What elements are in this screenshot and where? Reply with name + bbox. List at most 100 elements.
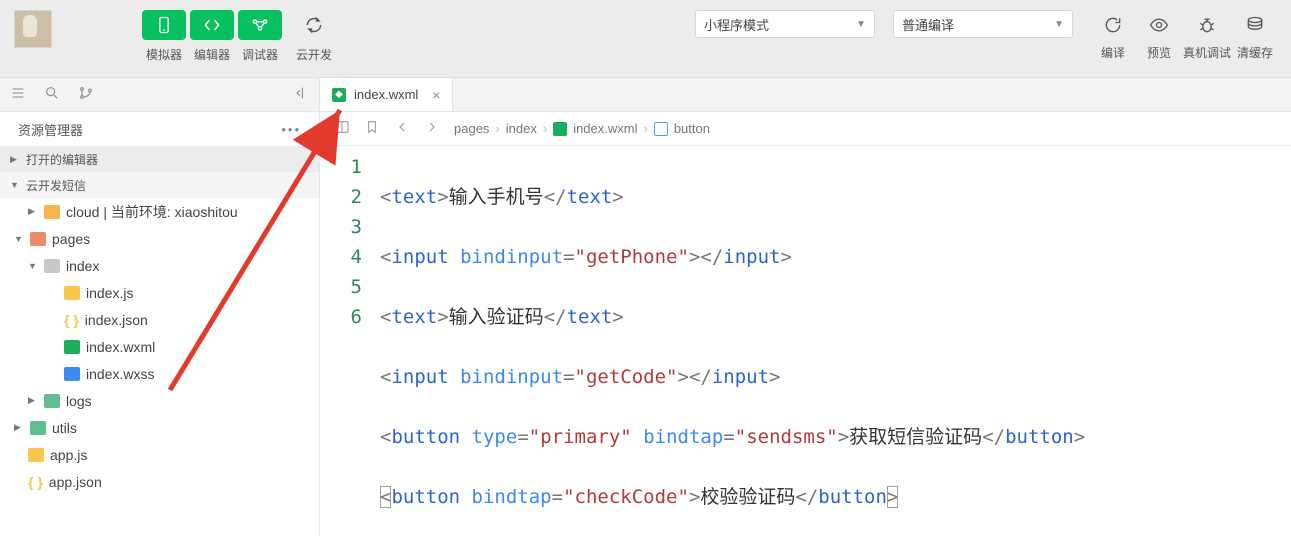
tree-file-app-js[interactable]: app.js bbox=[0, 441, 319, 468]
wxml-file-icon bbox=[64, 340, 80, 354]
section-project[interactable]: ▼ 云开发短信 bbox=[0, 172, 319, 198]
collapse-sidebar-icon[interactable] bbox=[293, 85, 309, 104]
code-line: <text>输入验证码</text> bbox=[380, 302, 1291, 332]
secondary-bar: ◆ index.wxml × bbox=[0, 78, 1291, 112]
code-line: <input bindinput="getCode"></input> bbox=[380, 362, 1291, 392]
tab-strip: ◆ index.wxml × bbox=[320, 78, 1291, 111]
tree-label: index.wxss bbox=[86, 366, 154, 382]
code-editor: pages› index› index.wxml› button 123456 … bbox=[320, 112, 1291, 536]
compile-button[interactable] bbox=[1091, 10, 1135, 40]
tree-label: utils bbox=[52, 420, 77, 436]
split-icon[interactable] bbox=[334, 119, 350, 138]
explorer-title: 资源管理器 bbox=[18, 120, 83, 139]
chevron-down-icon: ▼ bbox=[1054, 19, 1064, 30]
chevron-down-icon: ▼ bbox=[10, 180, 20, 190]
tree-label: logs bbox=[66, 393, 92, 409]
chevron-down-icon: ▼ bbox=[856, 19, 866, 30]
file-tree: ▶cloud | 当前环境: xiaoshitou ▼pages ▼index … bbox=[0, 198, 319, 495]
chevron-right-icon: ▶ bbox=[10, 154, 20, 165]
debugger-button[interactable] bbox=[238, 10, 282, 40]
explorer-title-row: 资源管理器 ••• bbox=[0, 112, 319, 146]
folder-icon bbox=[30, 421, 46, 435]
tree-folder-logs[interactable]: ▶logs bbox=[0, 387, 319, 414]
nav-back-icon[interactable] bbox=[394, 119, 410, 138]
nav-forward-icon[interactable] bbox=[424, 119, 440, 138]
js-file-icon bbox=[28, 448, 44, 462]
tree-folder-index[interactable]: ▼index bbox=[0, 252, 319, 279]
simulator-button[interactable] bbox=[142, 10, 186, 40]
clear-cache-label: 清缓存 bbox=[1237, 44, 1273, 61]
remote-debug-button[interactable] bbox=[1185, 10, 1229, 40]
tree-file-index-wxss[interactable]: index.wxss bbox=[0, 360, 319, 387]
wxml-file-icon bbox=[553, 122, 567, 136]
json-file-icon: { } bbox=[64, 312, 79, 328]
tree-folder-utils[interactable]: ▶utils bbox=[0, 414, 319, 441]
tree-label: index bbox=[66, 258, 99, 274]
top-toolbar: 模拟器 编辑器 调试器 云开发 小程序模式 ▼ 普通编译 bbox=[0, 0, 1291, 78]
mode-select[interactable]: 小程序模式 ▼ bbox=[695, 10, 875, 38]
list-icon[interactable] bbox=[10, 85, 26, 104]
crumb-element: button bbox=[674, 121, 710, 136]
code-body[interactable]: <text>输入手机号</text> <input bindinput="get… bbox=[380, 146, 1291, 536]
compile-select[interactable]: 普通编译 ▼ bbox=[893, 10, 1073, 38]
bookmark-icon[interactable] bbox=[364, 119, 380, 138]
editor-toolbar: pages› index› index.wxml› button bbox=[320, 112, 1291, 146]
wxml-file-icon: ◆ bbox=[332, 88, 346, 102]
crumb-pages: pages bbox=[454, 121, 489, 136]
tree-folder-cloud[interactable]: ▶cloud | 当前环境: xiaoshitou bbox=[0, 198, 319, 225]
code-line: <button bindtap="checkCode">校验验证码</butto… bbox=[380, 482, 1291, 512]
code-area[interactable]: 123456 <text>输入手机号</text> <input bindinp… bbox=[320, 146, 1291, 536]
code-line: <text>输入手机号</text> bbox=[380, 182, 1291, 212]
clear-cache-button[interactable] bbox=[1233, 10, 1277, 40]
tree-folder-pages[interactable]: ▼pages bbox=[0, 225, 319, 252]
search-icon[interactable] bbox=[44, 85, 60, 104]
section-label: 打开的编辑器 bbox=[26, 151, 98, 168]
main-area: 资源管理器 ••• ▶ 打开的编辑器 ▼ 云开发短信 ▶cloud | 当前环境… bbox=[0, 112, 1291, 536]
tree-label: app.json bbox=[49, 474, 102, 490]
tree-file-index-wxml[interactable]: index.wxml bbox=[0, 333, 319, 360]
debugger-label: 调试器 bbox=[242, 46, 278, 63]
editor-label: 编辑器 bbox=[194, 46, 230, 63]
element-icon bbox=[654, 122, 668, 136]
remote-debug-label: 真机调试 bbox=[1183, 44, 1231, 61]
simulator-label: 模拟器 bbox=[146, 46, 182, 63]
crumb-index: index bbox=[506, 121, 537, 136]
compile-label: 编译 bbox=[1101, 44, 1125, 61]
tree-label: app.js bbox=[50, 447, 87, 463]
tab-index-wxml[interactable]: ◆ index.wxml × bbox=[320, 78, 453, 111]
toolbar-left-group: 模拟器 编辑器 调试器 云开发 bbox=[142, 10, 336, 63]
json-file-icon: { } bbox=[28, 474, 43, 490]
clouddev-label: 云开发 bbox=[296, 46, 332, 63]
editor-button[interactable] bbox=[190, 10, 234, 40]
more-icon[interactable]: ••• bbox=[281, 122, 301, 137]
tree-file-index-js[interactable]: index.js bbox=[0, 279, 319, 306]
compile-select-value: 普通编译 bbox=[902, 15, 954, 34]
tree-label: index.wxml bbox=[86, 339, 155, 355]
tree-file-app-json[interactable]: { } app.json bbox=[0, 468, 319, 495]
code-line: <input bindinput="getPhone"></input> bbox=[380, 242, 1291, 272]
preview-button[interactable] bbox=[1137, 10, 1181, 40]
clouddev-button[interactable] bbox=[292, 10, 336, 40]
folder-icon bbox=[44, 394, 60, 408]
tree-label: index.js bbox=[86, 285, 133, 301]
breadcrumb[interactable]: pages› index› index.wxml› button bbox=[454, 121, 710, 136]
sidebar: 资源管理器 ••• ▶ 打开的编辑器 ▼ 云开发短信 ▶cloud | 当前环境… bbox=[0, 112, 320, 536]
folder-icon bbox=[30, 232, 46, 246]
mode-select-value: 小程序模式 bbox=[704, 15, 769, 34]
avatar[interactable] bbox=[14, 10, 52, 48]
wxss-file-icon bbox=[64, 367, 80, 381]
tree-label: index.json bbox=[85, 312, 148, 328]
tree-file-index-json[interactable]: { } index.json bbox=[0, 306, 319, 333]
preview-label: 预览 bbox=[1147, 44, 1171, 61]
section-open-editors[interactable]: ▶ 打开的编辑器 bbox=[0, 146, 319, 172]
tree-label: cloud | 当前环境: xiaoshitou bbox=[66, 202, 238, 222]
js-file-icon bbox=[64, 286, 80, 300]
sidebar-icon-row bbox=[0, 78, 320, 111]
folder-icon bbox=[44, 205, 60, 219]
branch-icon[interactable] bbox=[78, 85, 94, 104]
mode-selects: 小程序模式 ▼ 普通编译 ▼ bbox=[695, 10, 1073, 38]
crumb-file: index.wxml bbox=[573, 121, 637, 136]
code-line: <button type="primary" bindtap="sendsms"… bbox=[380, 422, 1291, 452]
tree-label: pages bbox=[52, 231, 90, 247]
close-icon[interactable]: × bbox=[432, 87, 440, 103]
